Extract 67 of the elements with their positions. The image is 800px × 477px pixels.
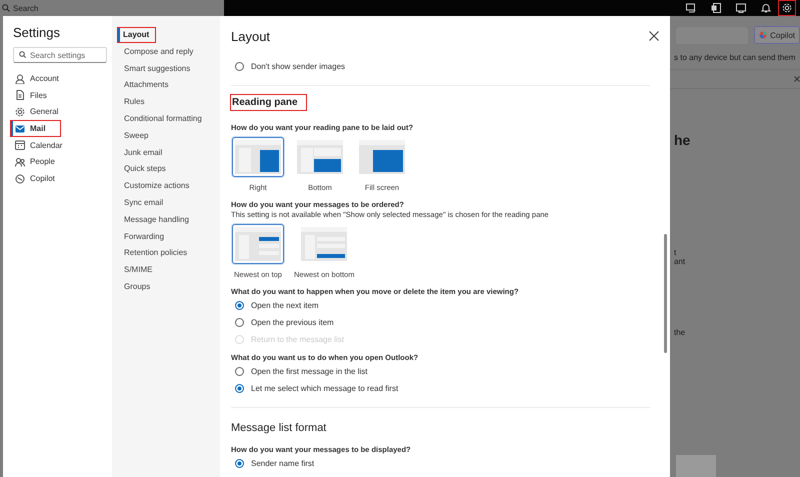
layout-option[interactable]: [294, 137, 346, 177]
subnav-item[interactable]: Junk email: [122, 146, 220, 160]
card-background: [676, 455, 716, 477]
subnav-item[interactable]: Conditional formatting: [122, 112, 220, 126]
subnav-item[interactable]: Attachments: [122, 78, 220, 92]
text-fragment: he: [674, 132, 692, 148]
layout-preview-drawing: [235, 140, 281, 174]
text-fragment: ant: [674, 257, 686, 266]
scrollbar[interactable]: [664, 234, 667, 353]
settings-button[interactable]: [778, 0, 796, 16]
subnav-item[interactable]: Compose and reply: [122, 44, 220, 59]
subnav-item[interactable]: Retention policies: [122, 246, 220, 260]
radio-option[interactable]: Sender name first: [231, 455, 650, 472]
subnav-item[interactable]: Forwarding: [122, 230, 220, 244]
subnav-item[interactable]: S/MIME: [122, 263, 220, 278]
category-item[interactable]: General: [11, 104, 106, 120]
settings-icon: [15, 106, 25, 117]
radio-option[interactable]: Open the next item: [231, 297, 650, 314]
document-icon: [15, 90, 25, 100]
category-item[interactable]: Files: [11, 88, 106, 103]
category-item[interactable]: People: [11, 154, 106, 170]
layout-preview-drawing: [359, 140, 405, 174]
mail-icon: [15, 124, 25, 134]
subnav-item[interactable]: Layout: [118, 28, 156, 42]
dialog-title: Settings: [13, 25, 61, 40]
radio-option[interactable]: Open the previous item: [231, 314, 650, 331]
radio-option[interactable]: Let me select which message to read first: [231, 380, 650, 397]
bell-icon[interactable]: [760, 3, 770, 13]
subnav-item[interactable]: Smart suggestions: [122, 62, 220, 76]
calendar-icon: [15, 140, 25, 150]
layout-preview-drawing: [297, 140, 343, 174]
search-icon: [2, 4, 10, 12]
subnav-item[interactable]: Message handling: [122, 212, 220, 227]
subnav-item[interactable]: Customize actions: [122, 179, 220, 194]
radio-option[interactable]: Don't show sender images: [231, 58, 650, 75]
layout-option[interactable]: [232, 224, 284, 264]
category-item[interactable]: Calendar: [11, 138, 106, 153]
copilot-button[interactable]: Copilot: [754, 26, 800, 44]
chat-icon[interactable]: [686, 3, 696, 13]
search-icon: [19, 51, 26, 58]
subnav-item[interactable]: Sweep: [122, 128, 220, 143]
search-field[interactable]: Search: [0, 0, 224, 16]
layout-preview-drawing: [235, 227, 281, 261]
text-fragment: the: [674, 328, 686, 337]
section-heading: Reading pane: [231, 95, 306, 110]
note-icon[interactable]: [736, 3, 746, 13]
subnav-item[interactable]: Quick steps: [122, 162, 220, 176]
category-item[interactable]: Account: [11, 71, 106, 86]
category-item[interactable]: Copilot: [11, 171, 106, 186]
text-fragment: t: [674, 248, 678, 257]
layout-option[interactable]: [356, 137, 408, 177]
subnav-item[interactable]: Groups: [122, 280, 220, 294]
section-title: Message list format: [231, 422, 328, 434]
panel-title: Layout: [231, 28, 270, 44]
category-item[interactable]: Mail: [11, 121, 60, 136]
subnav-item[interactable]: Rules: [122, 95, 220, 110]
subnav-item[interactable]: Sync email: [122, 196, 220, 210]
close-icon[interactable]: [649, 31, 659, 41]
search-field[interactable]: Search settings: [13, 47, 107, 63]
layout-preview-drawing: [301, 227, 348, 261]
banner-text: s to any device but can send them: [674, 53, 796, 62]
people-icon: [15, 156, 25, 167]
settings-icon: [782, 3, 792, 13]
radio-option[interactable]: Open the first message in the list: [231, 363, 650, 380]
document-icon[interactable]: [710, 3, 720, 13]
layout-option[interactable]: [232, 137, 284, 177]
person-icon: [15, 74, 25, 84]
